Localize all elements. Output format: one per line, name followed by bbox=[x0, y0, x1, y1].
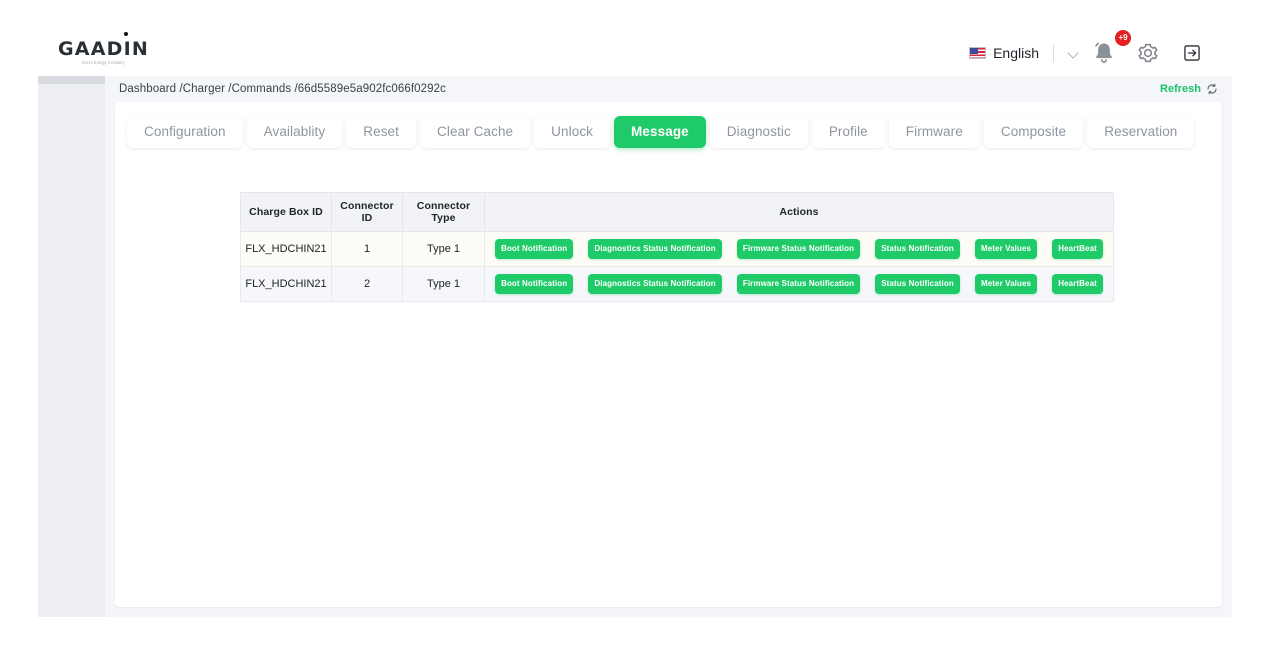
tab-message[interactable]: Message bbox=[614, 116, 706, 148]
tab-firmware[interactable]: Firmware bbox=[888, 116, 980, 148]
header-connector-type: Connector Type bbox=[402, 192, 485, 232]
tab-reset[interactable]: Reset bbox=[346, 116, 417, 148]
content-panel: Dashboard /Charger /Commands /66d5589e5a… bbox=[105, 76, 1232, 617]
chevron-down-icon[interactable] bbox=[1066, 45, 1082, 61]
status-notification-button[interactable]: Status Notification bbox=[875, 239, 960, 259]
tab-availablity[interactable]: Availablity bbox=[246, 116, 343, 148]
sidebar-rail bbox=[38, 76, 105, 617]
language-label: English bbox=[993, 45, 1039, 61]
tab-diagnostic[interactable]: Diagnostic bbox=[709, 116, 808, 148]
app-frame: GAADIN Green Energy Company English +9 D… bbox=[0, 0, 1275, 669]
refresh-label: Refresh bbox=[1160, 83, 1201, 95]
tab-clear-cache[interactable]: Clear Cache bbox=[420, 116, 531, 148]
sidebar-collapse-handle[interactable] bbox=[38, 76, 105, 84]
settings-button[interactable] bbox=[1126, 33, 1170, 73]
command-tabs: Configuration Availablity Reset Clear Ca… bbox=[115, 102, 1222, 148]
diagnostics-status-notification-button[interactable]: Diagnostics Status Notification bbox=[588, 239, 722, 259]
table-header-row: Charge Box ID Connector ID Connector Typ… bbox=[240, 192, 1114, 232]
meter-values-button[interactable]: Meter Values bbox=[974, 239, 1038, 259]
cell-charge-box-id: FLX_HDCHIN21 bbox=[240, 231, 332, 267]
logout-button[interactable] bbox=[1170, 33, 1214, 73]
connectors-table: Charge Box ID Connector ID Connector Typ… bbox=[240, 192, 1114, 302]
refresh-button[interactable]: Refresh bbox=[1160, 83, 1218, 95]
brand-logo[interactable]: GAADIN Green Energy Company bbox=[58, 32, 178, 70]
connectors-table-wrap: Charge Box ID Connector ID Connector Typ… bbox=[240, 192, 1114, 302]
refresh-icon bbox=[1207, 83, 1217, 95]
heartbeat-button[interactable]: HeartBeat bbox=[1052, 274, 1103, 294]
language-selector[interactable]: English bbox=[969, 45, 1049, 61]
boot-notification-button[interactable]: Boot Notification bbox=[495, 274, 574, 294]
action-button-group: Boot Notification Diagnostics Status Not… bbox=[491, 239, 1107, 259]
meter-values-button[interactable]: Meter Values bbox=[974, 274, 1038, 294]
cell-connector-id: 1 bbox=[331, 231, 403, 267]
firmware-status-notification-button[interactable]: Firmware Status Notification bbox=[736, 274, 861, 294]
tab-composite[interactable]: Composite bbox=[983, 116, 1084, 148]
tab-profile[interactable]: Profile bbox=[811, 116, 885, 148]
heartbeat-button[interactable]: HeartBeat bbox=[1052, 239, 1103, 259]
breadcrumb[interactable]: Dashboard /Charger /Commands /66d5589e5a… bbox=[119, 83, 446, 95]
notifications-button[interactable]: +9 bbox=[1082, 30, 1131, 73]
cell-connector-type: Type 1 bbox=[402, 231, 485, 267]
table-body: FLX_HDCHIN21 1 Type 1 Boot Notification … bbox=[240, 231, 1114, 302]
tab-unlock[interactable]: Unlock bbox=[534, 116, 611, 148]
logo-dot-icon bbox=[124, 32, 128, 36]
logo-wordmark: GAADIN bbox=[58, 37, 149, 60]
tab-reservation[interactable]: Reservation bbox=[1087, 116, 1195, 148]
action-button-group: Boot Notification Diagnostics Status Not… bbox=[491, 274, 1107, 294]
cell-actions: Boot Notification Diagnostics Status Not… bbox=[484, 231, 1114, 267]
main-card: Configuration Availablity Reset Clear Ca… bbox=[115, 102, 1222, 607]
table-row: FLX_HDCHIN21 2 Type 1 Boot Notification … bbox=[240, 266, 1114, 302]
cell-connector-id: 2 bbox=[331, 266, 403, 302]
us-flag-icon bbox=[969, 47, 987, 59]
firmware-status-notification-button[interactable]: Firmware Status Notification bbox=[736, 239, 861, 259]
logo-tagline: Green Energy Company bbox=[82, 60, 125, 65]
cell-charge-box-id: FLX_HDCHIN21 bbox=[240, 266, 332, 302]
boot-notification-button[interactable]: Boot Notification bbox=[495, 239, 574, 259]
cell-connector-type: Type 1 bbox=[402, 266, 485, 302]
breadcrumb-bar: Dashboard /Charger /Commands /66d5589e5a… bbox=[105, 76, 1232, 98]
header-connector-id: Connector ID bbox=[331, 192, 403, 232]
cell-actions: Boot Notification Diagnostics Status Not… bbox=[484, 266, 1114, 302]
diagnostics-status-notification-button[interactable]: Diagnostics Status Notification bbox=[588, 274, 722, 294]
table-head: Charge Box ID Connector ID Connector Typ… bbox=[240, 192, 1114, 232]
header-charge-box-id: Charge Box ID bbox=[240, 192, 332, 232]
table-row: FLX_HDCHIN21 1 Type 1 Boot Notification … bbox=[240, 231, 1114, 267]
bell-icon bbox=[1091, 40, 1117, 66]
header-actions: Actions bbox=[484, 192, 1114, 232]
header-divider bbox=[1053, 44, 1054, 62]
gear-icon bbox=[1138, 43, 1158, 63]
header-actions: English +9 bbox=[969, 30, 1214, 76]
top-header-bar: GAADIN Green Energy Company English +9 bbox=[38, 30, 1232, 76]
status-notification-button[interactable]: Status Notification bbox=[875, 274, 960, 294]
tab-configuration[interactable]: Configuration bbox=[127, 116, 243, 148]
logout-icon bbox=[1184, 45, 1200, 61]
